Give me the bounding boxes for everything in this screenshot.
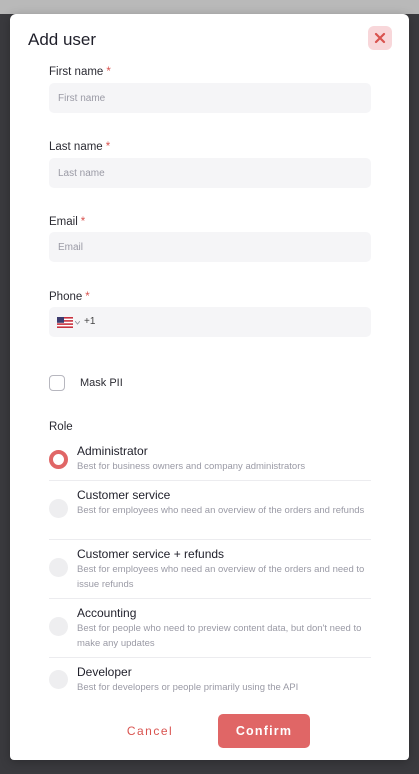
email-label-text: Email [49,216,78,228]
radio-unselected[interactable] [49,617,68,636]
dial-code: +1 [84,316,96,327]
first-name-label-text: First name [49,66,104,78]
email-input[interactable] [49,232,371,262]
required-marker: * [80,216,86,228]
role-description: Best for developers or people primarily … [77,682,299,693]
role-description: Best for employees who need an overview … [77,564,365,590]
phone-label-text: Phone [49,291,83,303]
role-title: Accounting [77,606,137,620]
mask-pii-checkbox[interactable] [49,375,65,391]
first-name-label: First name * [49,66,111,78]
role-label: Role [49,421,73,433]
role-option-developer[interactable]: Developer Best for developers or people … [49,657,371,700]
role-title: Customer service [77,488,171,502]
role-option-accounting[interactable]: Accounting Best for people who need to p… [49,598,371,657]
radio-unselected[interactable] [49,558,68,577]
radio-selected[interactable] [49,450,68,469]
role-description: Best for employees who need an overview … [77,505,365,516]
email-label: Email * [49,216,85,228]
phone-label: Phone * [49,291,90,303]
role-description: Best for people who need to preview cont… [77,623,362,649]
last-name-input[interactable] [49,158,371,188]
first-name-input[interactable] [49,83,371,113]
close-icon [374,32,386,44]
required-marker: * [105,141,111,153]
last-name-label: Last name * [49,141,110,153]
add-user-dialog: Add user First name* Last name* Email* P… [10,14,409,760]
confirm-button[interactable]: Confirm [218,714,310,748]
role-option-administrator[interactable]: Administrator Best for business owners a… [49,444,371,480]
chevron-down-icon[interactable] [75,321,80,325]
role-description: Best for business owners and company adm… [77,461,306,472]
role-title: Developer [77,665,132,679]
close-button[interactable] [368,26,392,50]
role-option-customer-service-refunds[interactable]: Customer service + refunds Best for empl… [49,539,371,598]
dialog-title: Add user [28,30,97,49]
phone-input[interactable]: +1 [49,307,371,337]
role-option-customer-service[interactable]: Customer service Best for employees who … [49,480,371,539]
cancel-button[interactable]: Cancel [115,718,185,744]
backdrop [0,0,419,14]
last-name-label-text: Last name [49,141,103,153]
role-title: Administrator [77,444,148,458]
required-marker: * [106,66,111,78]
radio-unselected[interactable] [49,670,68,689]
role-title: Customer service + refunds [77,547,225,561]
radio-unselected[interactable] [49,499,68,518]
required-marker: * [85,291,90,303]
mask-pii-label[interactable]: Mask PII [80,377,123,389]
us-flag-icon[interactable] [57,317,73,328]
